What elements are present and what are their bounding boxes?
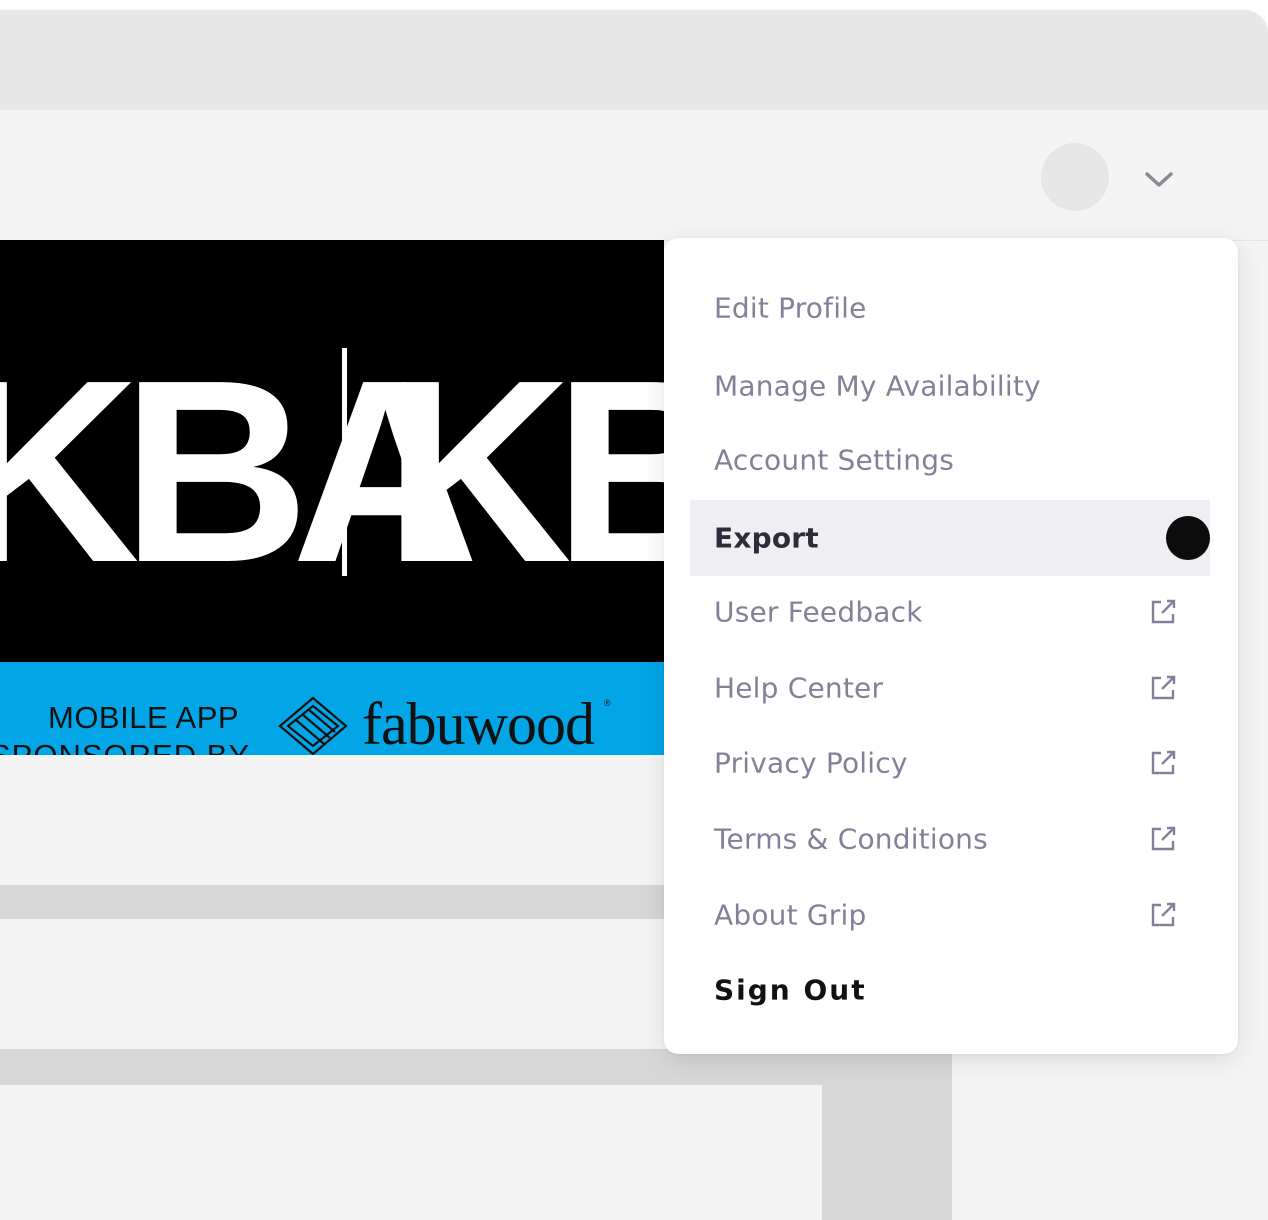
event-banner[interactable]: KBA KB MOBILE APP SPONSORED BY fabuwood … [0, 240, 664, 755]
fabuwood-logo-icon [278, 696, 348, 755]
chevron-down-icon[interactable] [1144, 165, 1174, 195]
menu-item-help-center[interactable]: Help Center [690, 650, 1210, 726]
menu-item-label: About Grip [714, 898, 867, 932]
menu-item-label: Sign Out [714, 973, 867, 1007]
menu-item-account-settings[interactable]: Account Settings [690, 422, 1210, 498]
cursor-dot-icon [1166, 516, 1210, 560]
sponsor-brand: fabuwood [362, 691, 595, 755]
menu-item-sign-out[interactable]: Sign Out [690, 952, 1210, 1028]
menu-item-label: Manage My Availability [714, 369, 1041, 403]
external-link-icon [1151, 826, 1176, 851]
sponsor-line-1: MOBILE APP [48, 700, 240, 735]
menu-item-label: Privacy Policy [714, 746, 908, 780]
menu-item-export[interactable]: Export [690, 500, 1210, 576]
user-dropdown-menu: Edit Profile Manage My Availability Acco… [664, 238, 1238, 1054]
sponsor-strip: MOBILE APP SPONSORED BY fabuwood ® [0, 662, 664, 755]
sponsor-line-2: SPONSORED BY [0, 738, 250, 755]
menu-item-label: Help Center [714, 671, 884, 705]
menu-item-privacy-policy[interactable]: Privacy Policy [690, 725, 1210, 801]
menu-item-user-feedback[interactable]: User Feedback [690, 574, 1210, 650]
external-link-icon [1151, 750, 1176, 775]
external-link-icon [1151, 599, 1176, 624]
registered-mark: ® [604, 698, 611, 708]
menu-item-label: Edit Profile [714, 291, 867, 325]
external-link-icon [1151, 902, 1176, 927]
menu-item-label: Terms & Conditions [714, 822, 988, 856]
avatar[interactable] [1041, 143, 1109, 211]
top-bar [0, 110, 1268, 241]
divider-strip [0, 885, 680, 919]
logo-right-text: KB [384, 336, 664, 576]
logo-divider [342, 348, 347, 576]
title-bar [0, 10, 1268, 110]
menu-item-edit-profile[interactable]: Edit Profile [690, 270, 1210, 346]
menu-item-about-grip[interactable]: About Grip [690, 877, 1210, 953]
external-link-icon [1151, 675, 1176, 700]
menu-item-manage-availability[interactable]: Manage My Availability [690, 348, 1210, 424]
divider-strip [0, 1049, 952, 1085]
menu-item-terms-conditions[interactable]: Terms & Conditions [690, 801, 1210, 877]
menu-item-label: Account Settings [714, 443, 954, 477]
menu-item-label: Export [714, 521, 819, 555]
event-logo: KBA KB [0, 336, 664, 576]
menu-item-label: User Feedback [714, 595, 923, 629]
